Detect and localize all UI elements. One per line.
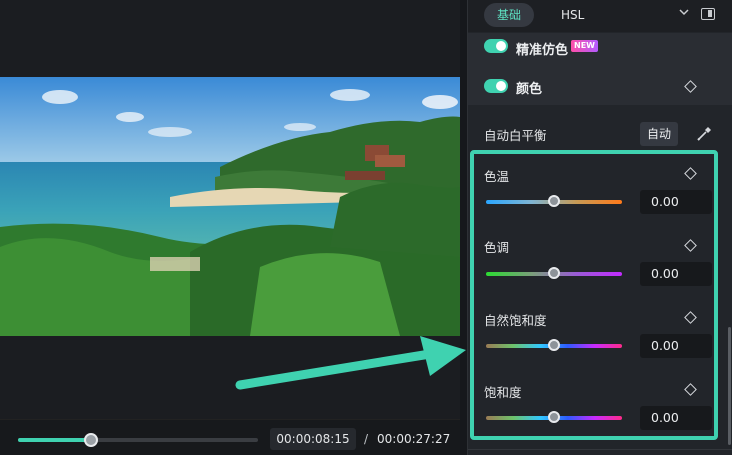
playback-scrubber-handle[interactable] [84,433,99,447]
annotation-arrow [235,336,466,390]
panel-scrollbar[interactable] [728,327,731,445]
ai-color-match-label: 精准仿色 [516,43,569,58]
video-frame [0,77,460,336]
panel-layout-icon[interactable] [701,8,715,20]
keyframe-diamond-icon[interactable] [684,80,697,93]
current-time: 00:00:08:15 [270,428,356,450]
color-section-label: 颜色 [516,82,543,97]
playback-scrubber[interactable] [18,433,258,447]
panel-tabs: 基础 HSL [468,0,732,32]
auto-white-balance-button[interactable]: 自动 [640,122,678,146]
total-duration: 00:00:27:27 [377,432,451,446]
tab-hsl[interactable]: HSL [548,3,597,27]
playback-bar: 00:00:08:15 / 00:00:27:27 [0,419,460,455]
tab-basic[interactable]: 基础 [484,3,535,27]
playback-progress-fill [18,438,92,442]
time-separator: / [364,432,369,446]
ai-color-match-toggle[interactable] [484,39,508,53]
color-section-row: 颜色 [468,66,732,105]
color-toggle[interactable] [484,79,508,93]
auto-white-balance-label: 自动白平衡 [484,128,547,143]
eyedropper-icon[interactable] [695,125,713,143]
ai-color-match-row: 精准仿色 NEW [468,33,732,66]
chevron-down-icon[interactable] [679,7,689,20]
new-badge: NEW [571,40,598,52]
divider [468,449,732,450]
highlight-frame [470,150,718,440]
tab-overflow-hint[interactable] [615,3,629,27]
video-image [0,77,460,336]
